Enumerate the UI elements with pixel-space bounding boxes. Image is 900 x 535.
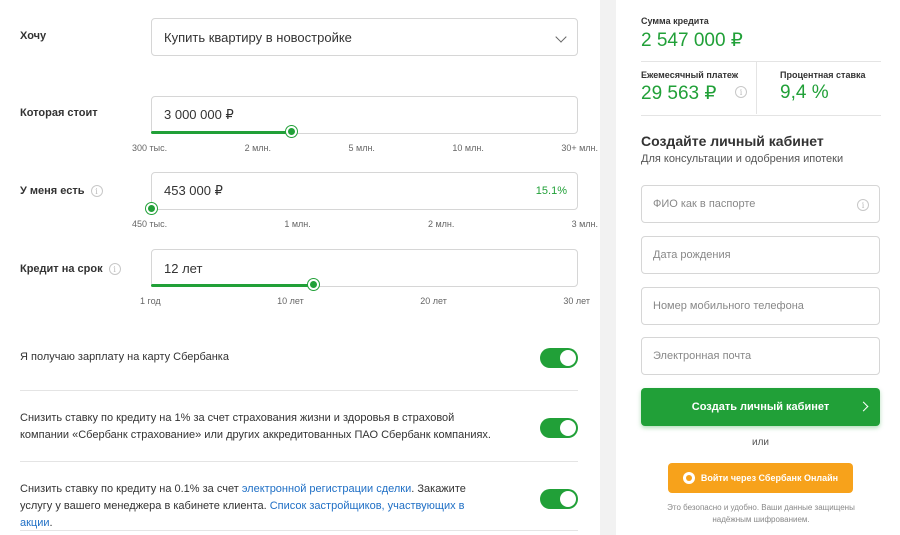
down-payment-slider-ticks: 450 тыс. 1 млн. 2 млн. 3 млн. (132, 219, 598, 229)
cabinet-title: Создайте личный кабинет (641, 133, 824, 149)
info-icon[interactable]: i (90, 185, 103, 197)
info-icon[interactable]: i (735, 86, 747, 98)
divider (20, 390, 578, 391)
loan-amount-label: Сумма кредита (641, 16, 709, 26)
option-text: Снизить ставку по кредиту на 0.1% за сче… (20, 483, 466, 529)
fio-placeholder: ФИО как в паспорте (653, 198, 756, 210)
salary-card-option: Я получаю зарплату на карту Сбербанка (20, 348, 578, 368)
interest-rate-label: Процентная ставка (780, 70, 866, 80)
tick-label: 450 тыс. (132, 219, 168, 229)
calculator-panel: Хочу Купить квартиру в новостройке Котор… (0, 0, 600, 535)
birth-date-field[interactable]: Дата рождения (641, 236, 880, 274)
security-note: Это безопасно и удобно. Ваши данные защи… (667, 503, 855, 524)
insurance-option: Снизить ставку по кредиту на 1% за счет … (20, 410, 578, 446)
sberbank-online-login-button[interactable]: Войти через Сбербанк Онлайн (668, 463, 853, 493)
cabinet-subtitle: Для консультации и одобрения ипотеки (641, 153, 844, 165)
loan-amount-value: 2 547 000 ₽ (641, 30, 743, 51)
divider (756, 62, 757, 114)
divider (20, 530, 578, 531)
tick-label: 300 тыс. (132, 143, 168, 153)
term-input-value: 12 лет (164, 260, 203, 276)
summary-panel: Сумма кредита 2 547 000 ₽ Ежемесячный пл… (616, 0, 900, 535)
e-registration-option: Снизить ставку по кредиту на 0.1% за сче… (20, 481, 578, 529)
price-slider-thumb[interactable] (286, 126, 297, 137)
interest-rate-value: 9,4 % (780, 82, 829, 103)
chevron-right-icon (858, 401, 869, 412)
tick-label: 3 млн. (571, 219, 598, 229)
tick-label: 10 млн. (452, 143, 484, 153)
tick-label: 1 год (140, 296, 161, 306)
monthly-payment-label: Ежемесячный платеж (641, 70, 739, 80)
birth-date-placeholder: Дата рождения (653, 249, 731, 261)
info-icon[interactable]: i (857, 199, 869, 211)
e-registration-link[interactable]: электронной регистрации сделки (242, 483, 411, 495)
purpose-select-value: Купить квартиру в новостройке (164, 29, 352, 45)
divider (641, 115, 881, 116)
price-label: Которая стоит (20, 107, 98, 119)
term-input[interactable]: 12 лет (151, 249, 578, 287)
monthly-payment-value: 29 563 ₽ (641, 83, 717, 104)
down-payment-slider-thumb[interactable] (146, 203, 157, 214)
price-input-value: 3 000 000 ₽ (164, 107, 234, 122)
divider (641, 61, 881, 62)
column-gutter (600, 0, 616, 535)
option-text: Я получаю зарплату на карту Сбербанка (20, 351, 229, 363)
fio-field[interactable]: ФИО как в паспорте i (641, 185, 880, 223)
term-label: Кредит на срок i (20, 263, 121, 275)
down-payment-percent: 15.1% (535, 185, 567, 197)
email-placeholder: Электронная почта (653, 350, 752, 362)
sberbank-logo-icon (682, 472, 695, 484)
e-registration-toggle[interactable] (540, 489, 578, 509)
tick-label: 1 млн. (284, 219, 311, 229)
sberbank-online-label: Войти через Сбербанк Онлайн (700, 473, 839, 483)
email-field[interactable]: Электронная почта (641, 337, 880, 375)
have-label: У меня есть i (20, 185, 103, 197)
price-slider-fill (151, 131, 292, 134)
tick-label: 10 лет (277, 296, 304, 306)
tick-label: 2 млн. (427, 219, 455, 229)
tick-label: 20 лет (420, 296, 447, 306)
salary-card-toggle[interactable] (540, 348, 578, 368)
create-cabinet-button[interactable]: Создать личный кабинет (641, 388, 880, 426)
purpose-select[interactable]: Купить квартиру в новостройке (151, 18, 578, 56)
info-icon[interactable]: i (108, 263, 121, 275)
tick-label: 5 млн. (348, 143, 375, 153)
tick-label: 30+ млн. (561, 143, 598, 153)
price-slider-ticks: 300 тыс. 2 млн. 5 млн. 10 млн. 30+ млн. (132, 143, 598, 153)
down-payment-value: 453 000 ₽ (164, 183, 223, 198)
or-separator: или (751, 437, 769, 448)
down-payment-input[interactable]: 453 000 ₽ 15.1% (151, 172, 578, 210)
want-label: Хочу (20, 30, 47, 42)
chevron-down-icon (555, 31, 567, 43)
phone-field[interactable]: Номер мобильного телефона (641, 287, 880, 325)
insurance-toggle[interactable] (540, 418, 578, 438)
term-slider-thumb[interactable] (308, 279, 319, 290)
option-text: Снизить ставку по кредиту на 1% за счет … (20, 412, 491, 441)
tick-label: 2 млн. (244, 143, 272, 153)
create-cabinet-label: Создать личный кабинет (691, 401, 830, 413)
term-slider-fill (151, 284, 314, 287)
price-input[interactable]: 3 000 000 ₽ (151, 96, 578, 134)
tick-label: 30 лет (563, 296, 590, 306)
term-slider-ticks: 1 год 10 лет 20 лет 30 лет (140, 296, 590, 306)
phone-placeholder: Номер мобильного телефона (653, 300, 804, 312)
divider (20, 461, 578, 462)
